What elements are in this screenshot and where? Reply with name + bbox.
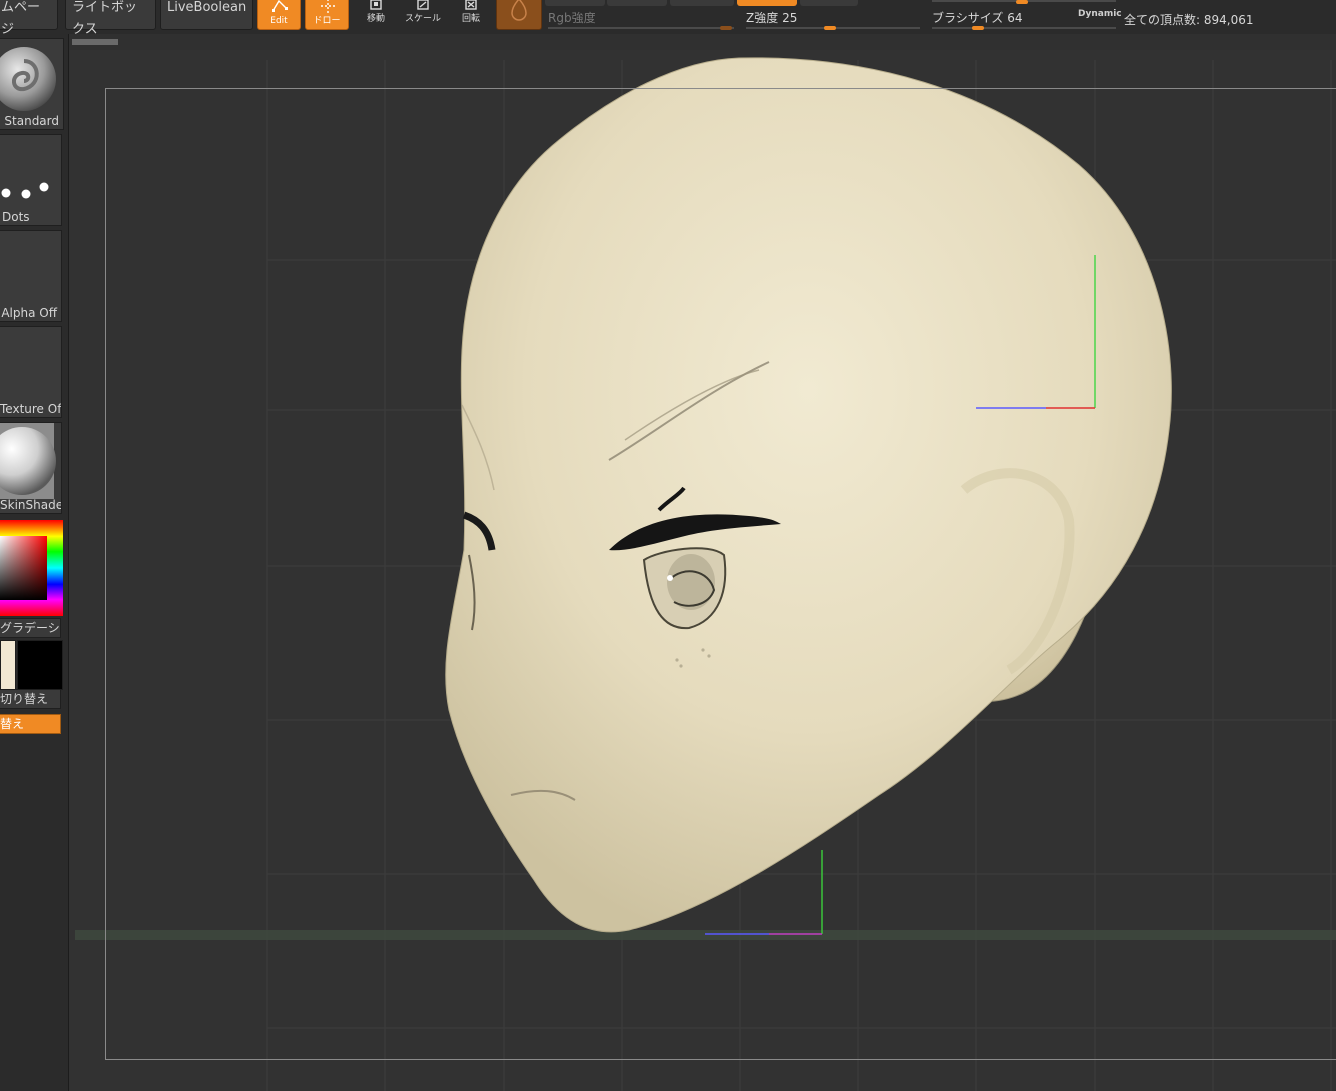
tray-scroll-indicator[interactable] — [72, 39, 118, 45]
brush-size-value: 64 — [1007, 11, 1023, 25]
z-intensity-label: Z強度 25 — [746, 9, 797, 26]
material-caption: SkinShade4 — [0, 498, 61, 512]
mrgb-button[interactable] — [545, 0, 605, 6]
home-page-button[interactable]: ムページ — [0, 0, 58, 37]
rgb-button[interactable] — [607, 0, 667, 6]
z-intensity-value: 25 — [782, 11, 798, 25]
draw-button[interactable]: ドロー — [305, 0, 349, 30]
move-label: 移動 — [366, 14, 385, 24]
edit-button[interactable]: Edit — [257, 0, 301, 30]
color-picker[interactable] — [0, 520, 63, 616]
zadd-button[interactable] — [737, 0, 797, 6]
secondary-color-swatch[interactable] — [17, 640, 63, 690]
brush-caption: Standard — [4, 114, 59, 128]
brush-slot[interactable]: Standard — [0, 38, 64, 130]
liveboolean-label: LiveBoolean — [167, 0, 247, 15]
lightbox-label: ライトボックス — [72, 0, 138, 37]
focal-shift-slider-knob[interactable] — [1016, 0, 1028, 4]
alpha-slot[interactable]: Alpha Off — [0, 230, 62, 322]
draw-label: ドロー — [313, 16, 341, 26]
stroke-slot[interactable]: Dots — [0, 134, 62, 226]
stroke-caption: Dots — [2, 210, 30, 224]
total-points-value: 894,061 — [1203, 13, 1254, 27]
home-page-label: ムページ — [1, 0, 41, 37]
color-sv-square[interactable] — [0, 536, 47, 600]
switch-color-label: 切り替え — [0, 692, 49, 706]
rgb-toggle-button[interactable] — [496, 0, 542, 30]
brush-size-slider[interactable] — [932, 27, 1116, 29]
canvas-viewport[interactable] — [69, 50, 1336, 1091]
gradient-label: グラデーション — [0, 621, 60, 635]
brush-preview-icon — [0, 47, 56, 111]
brush-size-label-text: ブラシサイズ — [932, 11, 1004, 25]
liveboolean-button[interactable]: LiveBoolean — [160, 0, 253, 30]
edit-icon — [272, 0, 288, 12]
swap-color-button[interactable]: 替え — [0, 714, 61, 734]
dots-stroke-icon — [1, 182, 49, 199]
top-toolbar: ムページ ライトボックス LiveBoolean Edit ドロー 移動 スケー… — [0, 0, 1336, 37]
paint-drop-icon — [511, 0, 527, 21]
lightbox-button[interactable]: ライトボックス — [65, 0, 156, 37]
rgb-intensity-slider-knob[interactable] — [720, 26, 732, 30]
rotate-label: 回転 — [461, 14, 480, 24]
zsub-button[interactable] — [800, 0, 858, 6]
move-button[interactable]: 移動 — [358, 0, 394, 30]
scale-label: スケール — [405, 14, 442, 24]
left-shelf: Standard Dots Alpha Off Texture Off Skin… — [0, 34, 118, 1091]
document-frame — [105, 88, 1336, 1060]
total-points-readout: 全ての頂点数: 894,061 — [1124, 11, 1254, 28]
scale-button[interactable]: スケール — [405, 0, 441, 30]
z-intensity-label-text: Z強度 — [746, 11, 779, 25]
texture-caption: Texture Off — [0, 402, 62, 416]
gradient-button[interactable]: グラデーション — [0, 618, 61, 638]
switch-color-button[interactable]: 切り替え — [0, 689, 61, 709]
brush-size-slider-knob[interactable] — [972, 26, 984, 30]
dynamic-button[interactable]: Dynamic — [1078, 9, 1122, 19]
material-sphere-icon — [0, 423, 56, 499]
brush-size-label: ブラシサイズ 64 — [932, 9, 1023, 26]
texture-slot[interactable]: Texture Off — [0, 326, 62, 418]
m-button[interactable] — [670, 0, 734, 6]
draw-icon — [321, 0, 335, 13]
edit-label: Edit — [270, 16, 288, 26]
total-points-label: 全ての頂点数: — [1124, 13, 1201, 27]
material-slot[interactable]: SkinShade4 — [0, 422, 62, 514]
alpha-caption: Alpha Off — [1, 306, 57, 320]
rotate-button[interactable]: 回転 — [453, 0, 489, 30]
z-intensity-slider-knob[interactable] — [824, 26, 836, 30]
rgb-intensity-label: Rgb強度 — [548, 11, 596, 25]
rgb-intensity-slider[interactable] — [548, 27, 734, 29]
swap-color-label: 替え — [0, 717, 25, 731]
primary-color-swatch[interactable] — [0, 640, 16, 690]
